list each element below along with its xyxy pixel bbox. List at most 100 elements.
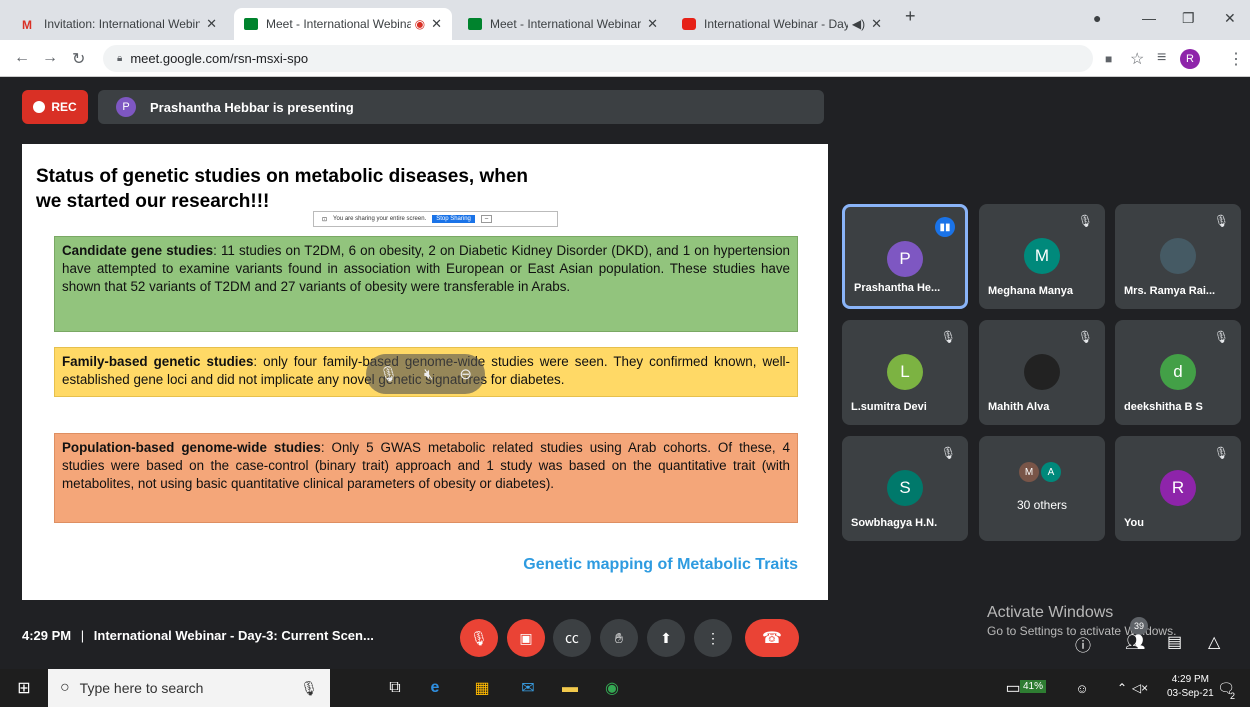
media-control-icon[interactable]: ≡	[1157, 49, 1166, 67]
participant-tile[interactable]: 🎙︎ Mahith Alva	[979, 320, 1105, 425]
chrome-icon[interactable]: ◉	[602, 678, 622, 698]
stop-sharing-button[interactable]: Stop Sharing	[432, 215, 475, 223]
leave-call-button[interactable]: ☎︎	[745, 619, 799, 657]
people-taskbar-icon[interactable]: ☺	[1072, 678, 1092, 698]
mic-off-icon: 🎙︎	[470, 629, 488, 646]
store-icon[interactable]: ▦	[472, 678, 492, 698]
mail-icon[interactable]: ✉	[518, 678, 538, 698]
mic-off-icon: 🎙︎	[940, 330, 956, 344]
chat-icon[interactable]: ▤	[1167, 632, 1182, 652]
phone-hangup-icon: ☎︎	[762, 630, 782, 647]
new-tab-button[interactable]: +	[905, 6, 916, 27]
reload-icon[interactable]: ↻	[72, 49, 85, 69]
mic-off-icon: 🎙︎	[940, 446, 956, 460]
captions-icon: ㏄	[565, 630, 579, 646]
volume-muted-icon[interactable]: ◁×	[1130, 678, 1150, 698]
participant-tile[interactable]: 🎙︎ Mrs. Ramya Rai...	[1115, 204, 1241, 309]
avatar: M	[1024, 238, 1060, 274]
windows-taskbar: ⊞ ○ Type here to search 🎙︎ ⧉ e ▦ ✉ ▬ ◉ ▭…	[0, 669, 1250, 707]
mic-off-icon: 🎙︎	[1213, 330, 1229, 344]
close-tab-icon[interactable]: ✕	[871, 16, 882, 32]
participant-tile[interactable]: 🎙︎ M Meghana Manya	[979, 204, 1105, 309]
hide-notice-button[interactable]: –	[480, 215, 493, 223]
close-tab-icon[interactable]: ✕	[647, 16, 658, 32]
restore-icon[interactable]: ❐	[1182, 10, 1195, 27]
tab-youtube[interactable]: International Webinar - Day- ◀) ✕	[672, 8, 892, 40]
people-icon[interactable]: 👥︎	[1125, 632, 1145, 652]
mic-off-icon[interactable]: 🎙︎	[379, 365, 398, 383]
mic-off-icon: 🎙︎	[1213, 214, 1229, 228]
more-vert-icon: ⋮	[706, 629, 720, 646]
meet-control-bar: 4:29 PM | International Webinar - Day-3:…	[0, 604, 1250, 669]
volume-off-icon[interactable]: 🔇︎	[424, 366, 433, 383]
population-based-box: Population-based genome-wide studies: On…	[54, 433, 798, 523]
more-menu-icon[interactable]: ⋮	[1228, 49, 1244, 69]
chevron-up-icon[interactable]: ⌃	[1112, 678, 1132, 698]
participant-tile[interactable]: 🎙︎ d deekshitha B S	[1115, 320, 1241, 425]
bookmark-star-icon[interactable]: ☆	[1130, 49, 1144, 69]
tab-invitation[interactable]: M Invitation: International Webinar ✕	[12, 8, 227, 40]
taskbar-search[interactable]: ○ Type here to search 🎙︎	[48, 669, 330, 707]
avatar: S	[887, 470, 923, 506]
mic-off-icon: 🎙︎	[1213, 446, 1229, 460]
remove-icon[interactable]: ⊖	[459, 365, 472, 383]
microphone-icon[interactable]: 🎙︎	[300, 680, 318, 697]
forward-icon[interactable]: →	[42, 49, 58, 67]
candidate-gene-box: Candidate gene studies: 11 studies on T2…	[54, 236, 798, 332]
file-explorer-icon[interactable]: ▬	[560, 678, 580, 698]
others-tile[interactable]: M A 30 others	[979, 436, 1105, 541]
tab-meet-2[interactable]: Meet - International Webinar - D ✕	[458, 8, 668, 40]
avatar: L	[887, 354, 923, 390]
tab-search-icon[interactable]: ●	[1093, 10, 1101, 26]
edge-icon[interactable]: e	[425, 678, 445, 698]
avatar: R	[1160, 470, 1196, 506]
mic-off-icon: 🎙︎	[1077, 330, 1093, 344]
battery-percent: 41%	[1020, 680, 1047, 693]
minimize-icon[interactable]: —	[1142, 10, 1156, 26]
info-icon[interactable]: ⓘ	[1075, 632, 1091, 656]
participant-tile[interactable]: 🎙︎ L L.sumitra Devi	[842, 320, 968, 425]
present-icon: ⬆	[660, 629, 672, 646]
youtube-icon	[682, 18, 696, 30]
meet-icon	[244, 18, 258, 30]
presenter-avatar: P	[116, 97, 136, 117]
audio-icon[interactable]: ◀)	[852, 17, 865, 31]
camera-toggle-button[interactable]: ▣	[507, 619, 545, 657]
activities-icon[interactable]: △	[1208, 632, 1220, 652]
close-window-icon[interactable]: ✕	[1224, 10, 1236, 27]
task-view-icon[interactable]: ⧉	[385, 678, 405, 698]
close-tab-icon[interactable]: ✕	[431, 16, 442, 32]
profile-avatar[interactable]: R	[1180, 49, 1200, 69]
self-tile[interactable]: 🎙︎ R You	[1115, 436, 1241, 541]
back-icon[interactable]: ←	[14, 49, 30, 67]
mic-toggle-button[interactable]: 🎙︎	[460, 619, 498, 657]
camera-indicator-icon[interactable]: ■	[1105, 52, 1112, 66]
address-toolbar: ← → ↻ 🔒︎ meet.google.com/rsn-msxi-spo ■ …	[0, 40, 1250, 77]
record-dot-icon	[33, 101, 46, 113]
notification-count: 2	[1230, 691, 1236, 701]
share-icon: ⊡	[322, 216, 328, 223]
search-circle-icon: ○	[60, 679, 70, 696]
meeting-details[interactable]: 4:29 PM | International Webinar - Day-3:…	[22, 628, 374, 643]
lock-icon: 🔒︎	[117, 53, 123, 64]
recording-badge: REC	[22, 90, 88, 124]
avatar: P	[887, 241, 923, 277]
hand-icon: ✋︎	[615, 629, 623, 646]
tab-meet-active[interactable]: Meet - International Webinar ◉ ✕	[234, 8, 452, 40]
captions-button[interactable]: ㏄	[553, 619, 591, 657]
url-bar[interactable]: 🔒︎ meet.google.com/rsn-msxi-spo	[103, 45, 1093, 72]
taskbar-clock[interactable]: 4:29 PM 03-Sep-21	[1167, 673, 1214, 701]
slide-caption: Genetic mapping of Metabolic Traits	[523, 556, 798, 573]
slide-title: Status of genetic studies on metabolic d…	[36, 166, 529, 212]
raise-hand-button[interactable]: ✋︎	[600, 619, 638, 657]
avatar: d	[1160, 354, 1196, 390]
participant-tile[interactable]: ▮▮ P Prashantha He...	[842, 204, 968, 309]
close-tab-icon[interactable]: ✕	[206, 16, 217, 32]
windows-start-icon[interactable]: ⊞	[14, 678, 34, 698]
meet-stage: REC P Prashantha Hebbar is presenting St…	[0, 77, 1250, 669]
camera-off-icon: ▣	[519, 629, 533, 646]
more-options-button[interactable]: ⋮	[694, 619, 732, 657]
participant-tile[interactable]: 🎙︎ S Sowbhagya H.N.	[842, 436, 968, 541]
tile-hover-controls: 🎙︎ 🔇︎ ⊖	[366, 354, 485, 394]
present-button[interactable]: ⬆	[647, 619, 685, 657]
